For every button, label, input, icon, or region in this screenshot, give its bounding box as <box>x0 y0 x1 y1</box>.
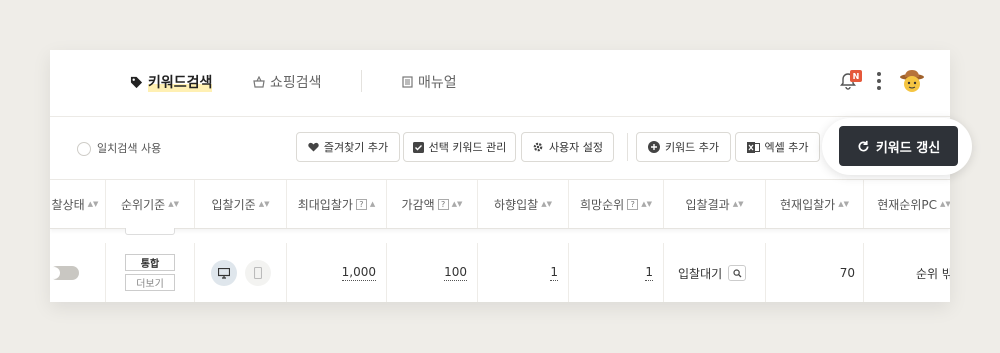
column-max-bid[interactable]: 최대입찰가? ▲ <box>287 180 387 228</box>
user-settings-button[interactable]: 사용자 설정 <box>521 132 614 162</box>
bid-status-cell <box>50 243 106 302</box>
document-icon <box>402 76 413 88</box>
mobile-device-button[interactable] <box>245 260 271 286</box>
max-bid-cell[interactable]: 1,000 <box>287 243 387 302</box>
current-bid-cell: 70 <box>766 243 864 302</box>
exact-match-label: 일치검색 사용 <box>97 142 162 155</box>
tab-shopping-search-label: 쇼핑검색 <box>270 75 322 91</box>
favorite-add-label: 즐겨찾기 추가 <box>323 141 389 154</box>
more-menu-icon[interactable] <box>877 72 881 90</box>
mobile-icon <box>254 267 262 279</box>
column-rank-basis[interactable]: 순위기준 ▲▼ <box>106 180 195 228</box>
favorite-add-button[interactable]: 즐겨찾기 추가 <box>296 132 400 162</box>
refresh-icon <box>858 140 869 151</box>
toolbar-divider <box>627 133 628 161</box>
basket-icon <box>253 76 265 88</box>
column-current-rank-pc[interactable]: 현재순위PC ▲▼ <box>864 180 950 228</box>
bid-result-cell: 입찰대기 <box>664 243 766 302</box>
avatar[interactable] <box>899 68 925 94</box>
add-keyword-label: 키워드 추가 <box>664 141 720 154</box>
help-icon[interactable]: ? <box>437 198 449 210</box>
top-nav: 키워드검색 쇼핑검색 매뉴얼 N <box>50 50 950 117</box>
downward-bid-cell[interactable]: 1 <box>478 243 569 302</box>
tab-shopping-search[interactable]: 쇼핑검색 <box>253 72 322 92</box>
add-excel-button[interactable]: 엑셀 추가 <box>735 132 820 162</box>
notification-badge: N <box>850 70 862 82</box>
help-icon[interactable]: ? <box>355 198 367 210</box>
column-bid-basis[interactable]: 입찰기준 ▲▼ <box>195 180 287 228</box>
column-adjustment[interactable]: 가감액? ▲▼ <box>387 180 478 228</box>
manage-selected-keywords-button[interactable]: 선택 키워드 관리 <box>403 132 516 162</box>
user-settings-label: 사용자 설정 <box>548 141 604 154</box>
checkbox-checked-icon <box>412 141 424 153</box>
current-rank-pc-cell: 순위 밖 <box>916 266 950 281</box>
exact-match-checkbox[interactable] <box>77 142 91 156</box>
gear-icon <box>533 142 543 152</box>
rank-basis-cell: 통합 더보기 <box>106 243 195 302</box>
search-icon[interactable] <box>728 265 747 281</box>
refresh-keywords-button[interactable]: 키워드 갱신 <box>839 126 958 166</box>
tab-keyword-search-label: 키워드검색 <box>148 72 213 92</box>
table-row: 통합 더보기 1,000 100 1 1 입찰대기 70 순위 밖 <box>50 243 950 302</box>
pc-device-button[interactable] <box>211 260 237 286</box>
desired-rank-cell[interactable]: 1 <box>569 243 664 302</box>
manage-selected-keywords-label: 선택 키워드 관리 <box>428 141 507 154</box>
refresh-keywords-label: 키워드 갱신 <box>875 140 941 156</box>
rank-basis-primary-button[interactable]: 통합 <box>125 254 175 271</box>
plus-circle-icon <box>647 141 660 153</box>
tab-manual-label: 매뉴얼 <box>418 75 457 91</box>
help-icon[interactable]: ? <box>627 198 639 210</box>
rank-basis-dropdown-stub <box>125 228 175 235</box>
add-keyword-button[interactable]: 키워드 추가 <box>636 132 731 162</box>
monitor-icon <box>218 267 230 279</box>
tab-keyword-search[interactable]: 키워드검색 <box>130 72 213 92</box>
table-header: 찰상태 ▲▼ 순위기준 ▲▼ 입찰기준 ▲▼ 최대입찰가? ▲ 가감액? ▲▼ 하향입찰 ▲… <box>50 180 950 229</box>
column-downward-bid[interactable]: 하향입찰 ▲▼ <box>478 180 569 228</box>
tag-icon <box>130 76 143 88</box>
toolbar: 일치검색 사용 즐겨찾기 추가 선택 키워드 관리 사용자 설정 키워드 추가 … <box>50 117 950 180</box>
tab-manual[interactable]: 매뉴얼 <box>402 72 457 92</box>
column-bid-result[interactable]: 입찰결과 ▲▼ <box>664 180 766 228</box>
adjustment-cell[interactable]: 100 <box>387 243 478 302</box>
add-excel-label: 엑셀 추가 <box>764 141 809 154</box>
column-current-bid[interactable]: 현재입찰가 ▲▼ <box>766 180 864 228</box>
rank-basis-more-button[interactable]: 더보기 <box>125 274 175 291</box>
nav-divider <box>361 70 362 92</box>
app-window: 키워드검색 쇼핑검색 매뉴얼 N 일치검색 사용 즐겨찾기 추가 선택 키워드 … <box>50 50 950 302</box>
excel-icon <box>746 141 760 153</box>
bid-basis-cell <box>195 243 287 302</box>
bid-result-text: 입찰대기 <box>678 266 723 281</box>
column-bid-status[interactable]: 찰상태 ▲▼ <box>50 180 106 228</box>
heart-icon <box>308 142 319 152</box>
bid-status-toggle[interactable] <box>50 266 79 280</box>
column-desired-rank[interactable]: 희망순위? ▲▼ <box>569 180 664 228</box>
